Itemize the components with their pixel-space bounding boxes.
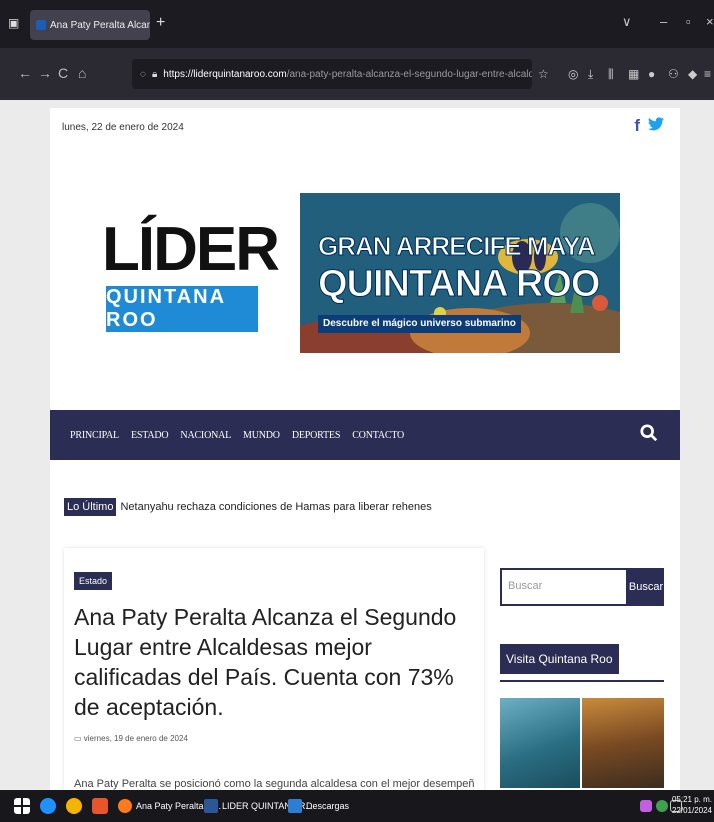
bookmark-star-icon[interactable]: ☆ (538, 67, 549, 81)
menu-item-mundo[interactable]: MUNDO (243, 430, 280, 441)
pocket-icon[interactable]: ◎ (568, 67, 578, 81)
windows-start-icon[interactable] (14, 798, 30, 814)
ticker-label: Lo Último (64, 498, 117, 516)
logo-subtitle: QUINTANA ROO (106, 286, 258, 332)
taskbar-app-downloads[interactable]: Descargas (288, 796, 349, 816)
library-icon[interactable]: ⫼ (608, 67, 614, 82)
breaking-news: Lo Último Netanyahu rechaza condiciones … (64, 498, 432, 516)
addon-icon[interactable]: ◆ (688, 67, 697, 81)
page-viewport: lunes, 22 de enero de 2024 f LÍDER QUINT… (0, 100, 714, 790)
menu-item-nacional[interactable]: NACIONAL (180, 430, 231, 441)
main-menu: PRINCIPAL ESTADO NACIONAL MUNDO DEPORTES… (50, 410, 680, 460)
banner-title-line1: GRAN ARRECIFE MAYA (318, 231, 597, 262)
account-icon[interactable]: ⚇ (668, 67, 679, 81)
chrome-icon[interactable] (66, 798, 82, 814)
taskbar-app-label: Descargas (306, 801, 350, 811)
article-headline[interactable]: Ana Paty Peralta Alcanza el Segundo Luga… (74, 602, 474, 722)
os-taskbar: Ana Paty Peralta Al... LIDER QUINTANA R.… (0, 790, 714, 822)
reload-button[interactable]: C (58, 65, 68, 81)
url-bar[interactable]: ◌ 🔒︎ https://liderquintanaroo.com/ana-pa… (132, 59, 532, 89)
new-tab-button[interactable]: + (156, 14, 165, 32)
widget-divider (500, 680, 664, 682)
header-date: lunes, 22 de enero de 2024 (62, 122, 184, 133)
ad-banner[interactable]: GRAN ARRECIFE MAYA QUINTANA ROO Descubre… (300, 193, 620, 353)
lock-icon[interactable]: 🔒︎ (152, 69, 157, 80)
pen-icon[interactable] (640, 800, 652, 812)
word-icon (204, 799, 218, 813)
menu-item-principal[interactable]: PRINCIPAL (70, 430, 119, 441)
restore-button[interactable]: ▫ (686, 14, 691, 29)
shield-icon[interactable]: ◌ (140, 69, 146, 80)
twitter-icon[interactable] (648, 116, 664, 136)
article-card: Estado Ana Paty Peralta Alcanza el Segun… (64, 548, 484, 790)
taskbar-clock[interactable]: 05:21 p. m. 22/01/2024 (672, 794, 712, 816)
extension-icon[interactable]: ▦ (628, 67, 639, 81)
tab-overflow-icon[interactable]: ∨ (622, 14, 632, 30)
site-container: lunes, 22 de enero de 2024 f LÍDER QUINT… (50, 108, 680, 790)
brave-icon[interactable] (92, 798, 108, 814)
download-folder-icon (288, 799, 302, 813)
tab-active[interactable]: Ana Paty Peralta Alcanza el Seg × (30, 10, 150, 40)
menu-item-contacto[interactable]: CONTACTO (352, 430, 404, 441)
forward-button[interactable]: → (38, 65, 52, 81)
security-icon[interactable] (656, 800, 668, 812)
home-button[interactable]: ⌂ (78, 65, 86, 81)
calendar-icon: ▭ (74, 734, 84, 743)
widget-image-street[interactable] (582, 698, 664, 788)
banner-tagline: Descubre el mágico universo submarino (318, 315, 521, 333)
edge-icon[interactable] (40, 798, 56, 814)
browser-nav-bar: ← → C ⌂ ◌ 🔒︎ https://liderquintanaroo.co… (0, 48, 714, 100)
firefox-icon (118, 799, 132, 813)
tab-list-icon[interactable]: ▣ (8, 16, 22, 30)
logo-wordmark: LÍDER (102, 215, 280, 284)
search-icon[interactable] (640, 424, 658, 442)
article-date: ▭ viernes, 19 de enero de 2024 (74, 734, 188, 743)
ticker-headline[interactable]: Netanyahu rechaza condiciones de Hamas p… (120, 501, 431, 513)
back-button[interactable]: ← (18, 65, 32, 81)
menu-icon[interactable]: ≡ (704, 67, 711, 81)
minimize-button[interactable]: – (660, 14, 667, 29)
ublock-icon[interactable]: ● (648, 67, 655, 81)
menu-item-estado[interactable]: ESTADO (131, 430, 169, 441)
article-excerpt: Ana Paty Peralta se posicionó como la se… (74, 778, 474, 790)
browser-tab-bar: ▣ Ana Paty Peralta Alcanza el Seg × + ∨ … (0, 0, 714, 48)
clock-date: 22/01/2024 (671, 806, 712, 815)
facebook-icon[interactable]: f (634, 116, 640, 136)
tab-title: Ana Paty Peralta Alcanza el Seg (50, 19, 150, 31)
clock-time: 05:21 p. m. (671, 795, 712, 804)
widget-image-underwater[interactable] (500, 698, 580, 788)
url-text: https://liderquintanaroo.com/ana-paty-pe… (163, 68, 532, 80)
sidebar-search-input[interactable]: Buscar (500, 568, 628, 606)
widget-title: Visita Quintana Roo (500, 644, 619, 674)
favicon-icon (36, 20, 46, 30)
sidebar-search-button[interactable]: Buscar (628, 568, 664, 606)
category-badge[interactable]: Estado (74, 572, 113, 590)
site-logo[interactable]: LÍDER QUINTANA ROO (102, 178, 280, 350)
download-icon[interactable]: ⤓ (588, 67, 593, 82)
social-links: f (634, 116, 664, 136)
close-window-button[interactable]: × (706, 14, 714, 29)
banner-title-line2: QUINTANA ROO (317, 263, 600, 306)
menu-item-deportes[interactable]: DEPORTES (292, 430, 341, 441)
